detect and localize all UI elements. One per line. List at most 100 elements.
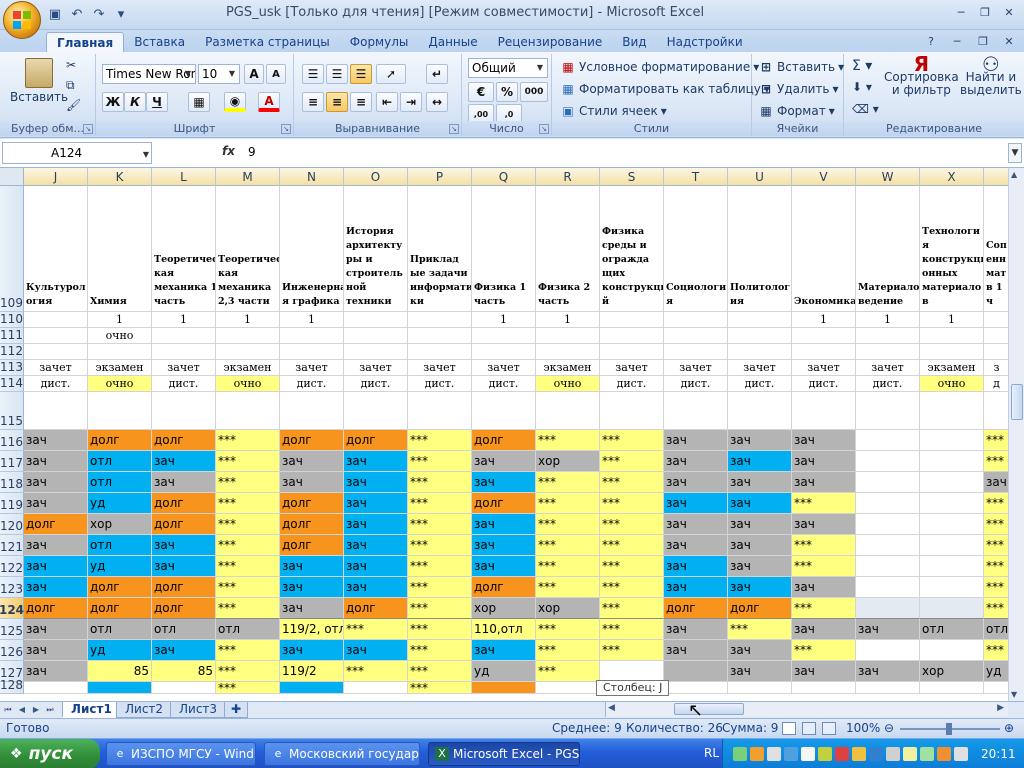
cell[interactable] bbox=[24, 312, 88, 328]
cell[interactable]: зач bbox=[152, 451, 216, 472]
cell[interactable]: *** bbox=[984, 598, 1008, 619]
cell[interactable]: *** bbox=[536, 640, 600, 661]
cell[interactable]: Материало ведение bbox=[856, 186, 920, 312]
zoom-level[interactable]: 100% bbox=[846, 721, 880, 735]
cell[interactable]: История архитекту ры и строитель ной тех… bbox=[344, 186, 408, 312]
page-layout-view-icon[interactable] bbox=[802, 722, 816, 735]
cell[interactable]: *** bbox=[344, 619, 408, 640]
cell[interactable]: дист. bbox=[280, 376, 344, 392]
cell[interactable] bbox=[600, 328, 664, 344]
cell[interactable] bbox=[728, 312, 792, 328]
cell[interactable]: зач bbox=[664, 493, 728, 514]
cell[interactable]: долг bbox=[88, 598, 152, 619]
cell[interactable]: зач bbox=[728, 451, 792, 472]
cell[interactable]: 110,отл bbox=[472, 619, 536, 640]
cell[interactable] bbox=[472, 328, 536, 344]
cell[interactable] bbox=[920, 344, 984, 360]
tray-icon[interactable] bbox=[750, 747, 764, 761]
font-size-combo[interactable]: 10 ▼ bbox=[198, 64, 240, 84]
cell[interactable] bbox=[344, 344, 408, 360]
column-header[interactable]: X bbox=[920, 168, 984, 186]
cell-styles-button[interactable]: ▣ Стили ячеек ▾ bbox=[560, 103, 666, 119]
row-header[interactable]: 126 bbox=[0, 640, 24, 661]
tray-icon[interactable] bbox=[818, 747, 832, 761]
clear-icon[interactable]: ⌫ ▾ bbox=[852, 102, 879, 116]
formula-input[interactable]: 9 bbox=[248, 145, 256, 159]
cell[interactable]: *** bbox=[216, 682, 280, 694]
cell[interactable]: долг bbox=[344, 430, 408, 451]
cell[interactable] bbox=[856, 535, 920, 556]
cell[interactable]: зачет bbox=[664, 360, 728, 376]
column-header[interactable]: Q bbox=[472, 168, 536, 186]
cell[interactable]: зач bbox=[472, 640, 536, 661]
help-icon[interactable]: ? bbox=[920, 32, 942, 50]
cell[interactable]: зач bbox=[280, 577, 344, 598]
cell[interactable]: дист. bbox=[344, 376, 408, 392]
cell[interactable]: *** bbox=[536, 535, 600, 556]
cell[interactable]: долг bbox=[664, 598, 728, 619]
cell[interactable]: *** bbox=[728, 619, 792, 640]
cell[interactable]: долг bbox=[472, 493, 536, 514]
cell[interactable] bbox=[88, 392, 152, 430]
cell[interactable]: зач bbox=[24, 535, 88, 556]
cell[interactable] bbox=[408, 328, 472, 344]
cell[interactable]: Социологи я bbox=[664, 186, 728, 312]
cell[interactable] bbox=[152, 392, 216, 430]
cell[interactable]: *** bbox=[408, 619, 472, 640]
cell[interactable] bbox=[216, 344, 280, 360]
cell[interactable]: 119/2 bbox=[280, 661, 344, 682]
cell[interactable]: 1 bbox=[856, 312, 920, 328]
cell[interactable]: *** bbox=[536, 619, 600, 640]
cell[interactable] bbox=[24, 392, 88, 430]
cell[interactable]: *** bbox=[600, 577, 664, 598]
cell[interactable]: Химия bbox=[88, 186, 152, 312]
cell[interactable] bbox=[344, 312, 408, 328]
scroll-down-icon[interactable]: ▼ bbox=[1011, 690, 1017, 699]
language-indicator[interactable]: RL bbox=[704, 746, 719, 760]
cell[interactable] bbox=[920, 640, 984, 661]
cell[interactable]: зач bbox=[792, 451, 856, 472]
cell[interactable] bbox=[920, 451, 984, 472]
cell[interactable]: *** bbox=[408, 430, 472, 451]
cell[interactable] bbox=[920, 430, 984, 451]
sheet-tab-3[interactable]: Лист3 bbox=[170, 702, 227, 718]
cell[interactable] bbox=[856, 556, 920, 577]
cell[interactable]: хор bbox=[920, 661, 984, 682]
cell[interactable]: зач bbox=[792, 577, 856, 598]
close-button[interactable]: ✕ bbox=[998, 3, 1020, 21]
cell[interactable]: экзамен bbox=[88, 360, 152, 376]
cell[interactable]: 1 bbox=[536, 312, 600, 328]
cell[interactable] bbox=[24, 328, 88, 344]
cell[interactable] bbox=[344, 682, 408, 694]
cell[interactable]: зачет bbox=[408, 360, 472, 376]
cell[interactable]: долг bbox=[280, 430, 344, 451]
cell[interactable] bbox=[984, 392, 1008, 430]
cell[interactable]: зач bbox=[280, 472, 344, 493]
sort-filter-button[interactable]: Я Сортировка и фильтр bbox=[884, 54, 959, 97]
cell[interactable] bbox=[88, 682, 152, 694]
cell[interactable]: хор bbox=[472, 598, 536, 619]
cell[interactable]: зач bbox=[664, 514, 728, 535]
tray-icon[interactable] bbox=[869, 747, 883, 761]
scroll-up-icon[interactable]: ▲ bbox=[1011, 170, 1017, 179]
cell[interactable] bbox=[408, 392, 472, 430]
column-header[interactable]: N bbox=[280, 168, 344, 186]
column-header[interactable]: W bbox=[856, 168, 920, 186]
cell[interactable]: долг bbox=[88, 577, 152, 598]
cell[interactable]: отл bbox=[88, 472, 152, 493]
cell[interactable] bbox=[856, 577, 920, 598]
expand-formula-icon[interactable]: ▼ bbox=[1008, 143, 1022, 163]
cell[interactable] bbox=[88, 344, 152, 360]
font-color-icon[interactable]: A bbox=[258, 92, 280, 112]
cell[interactable]: Инженерна я графика bbox=[280, 186, 344, 312]
row-header[interactable]: 111 bbox=[0, 328, 24, 344]
tray-icon[interactable] bbox=[937, 747, 951, 761]
restore-button[interactable]: ❐ bbox=[974, 3, 996, 21]
cell[interactable]: *** bbox=[536, 472, 600, 493]
cell[interactable]: зач bbox=[728, 577, 792, 598]
cell[interactable]: зач bbox=[664, 430, 728, 451]
row-header[interactable]: 116 bbox=[0, 430, 24, 451]
cell[interactable]: отл bbox=[88, 451, 152, 472]
column-header[interactable]: U bbox=[728, 168, 792, 186]
cell[interactable]: *** bbox=[792, 556, 856, 577]
